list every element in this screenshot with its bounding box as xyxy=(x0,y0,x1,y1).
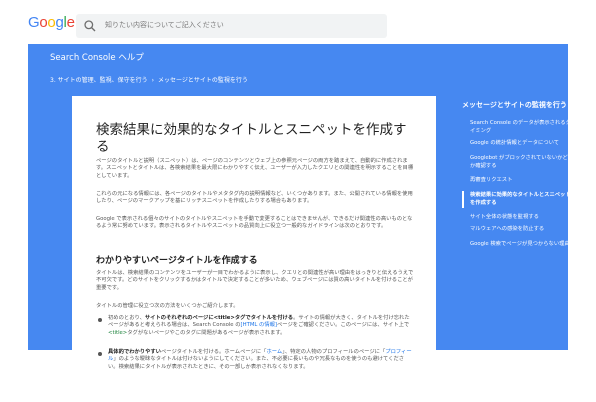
article-paragraph: タイトルは、検索結果のコンテンツをユーザーが一目でわかるように表示し、クエリとの… xyxy=(96,270,414,291)
logo-letter: G xyxy=(28,14,40,31)
article-card: 検索結果に効果的なタイトルとスニペットを作成する ページのタイトルと説明（スニペ… xyxy=(72,96,436,402)
active-indicator xyxy=(462,191,464,208)
article-paragraph: これらの元になる情報には、各ページのタイトルやメタタグ内の説明情報など、いくつか… xyxy=(96,191,413,205)
breadcrumb-item[interactable]: メッセージとサイトの監視を行う xyxy=(158,77,248,84)
breadcrumb-item[interactable]: 3. サイトの管理、監視、保守を行う xyxy=(50,77,148,84)
sidebar-item[interactable]: 検索結果に効果的なタイトルとスニペットを作成する xyxy=(470,192,574,207)
sidebar-item[interactable]: Google 検索でページが見つからない理由 xyxy=(470,241,574,249)
bullet-icon xyxy=(98,318,102,322)
article-paragraph: ページのタイトルと説明（スニペット）は、ページのコンテンツとウェブ上の参照元ペー… xyxy=(96,158,414,179)
breadcrumb-separator-icon: › xyxy=(151,77,155,84)
sidebar-item[interactable]: 再審査リクエスト xyxy=(470,177,574,185)
sidebar-item[interactable]: Google の統計情報とデータについて xyxy=(470,140,574,148)
sidebar-title[interactable]: メッセージとサイトの監視を行う xyxy=(462,100,567,110)
article-paragraph: Google で表示される個々のサイトのタイトルやスニペットを手動で変更すること… xyxy=(96,216,413,230)
sidebar-item[interactable]: サイト全体の状態を監視する xyxy=(470,214,574,222)
sidebar-item[interactable]: Googlebot がブロックされていないかどうか確認する xyxy=(470,155,574,170)
breadcrumb: 3. サイトの管理、監視、保守を行う › メッセージとサイトの監視を行う xyxy=(50,75,248,84)
bullet-icon xyxy=(98,352,102,356)
logo-letter: e xyxy=(66,14,75,31)
search-box[interactable]: 知りたい内容についてご記入ください xyxy=(76,14,387,38)
help-center-title[interactable]: Search Console ヘルプ xyxy=(50,51,144,63)
html-improvements-link[interactable]: [HTML の情報] xyxy=(241,322,277,328)
list-item: 具体的でわかりやすいページタイトルを付ける。ホームページに「ホーム」、特定の人物… xyxy=(108,349,412,370)
logo-letter: g xyxy=(55,14,64,31)
section-heading: わかりやすいページタイトルを作成する xyxy=(96,256,258,266)
article-paragraph: タイトルの管理に役立つ次の方法をいくつかご紹介します。 xyxy=(96,303,239,309)
sidebar-item[interactable]: Search Console のデータが表示されるタイミング xyxy=(470,120,574,135)
page-title: 検索結果に効果的なタイトルとスニペットを作成する xyxy=(96,122,407,155)
search-icon[interactable] xyxy=(83,19,97,33)
sidebar-item[interactable]: マルウェアへの感染を防止する xyxy=(470,226,574,234)
search-input-placeholder[interactable]: 知りたい内容についてご記入ください xyxy=(105,20,224,30)
google-logo[interactable]: Google xyxy=(28,14,75,31)
list-item: 初めのとおり、サイトのそれぞれのページに<title>タグでタイトルを付ける。サ… xyxy=(108,315,410,336)
top-bar: Google 知りたい内容についてご記入ください xyxy=(0,0,596,44)
